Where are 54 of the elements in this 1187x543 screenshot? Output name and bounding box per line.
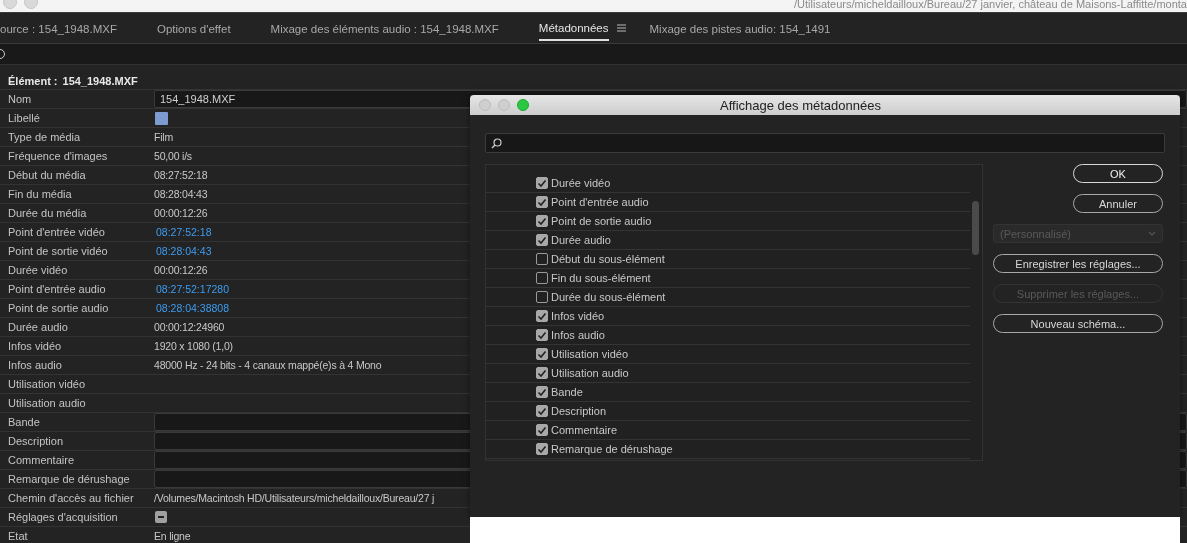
property-value: 1920 x 1080 (1,0) <box>154 340 233 352</box>
checkbox-label: Fin du sous-élément <box>551 272 651 284</box>
checkbox-label: Remarque de dérushage <box>551 443 673 455</box>
property-label: Début du média <box>7 169 87 181</box>
property-value: /Volumes/Macintosh HD/Utilisateurs/micheldailloux/Bureau/27 j <box>154 492 435 504</box>
property-label: Point d'entrée audio <box>7 283 107 295</box>
property-label: Fin du média <box>7 188 73 200</box>
property-value: 00:00:12:26 <box>154 264 208 276</box>
property-label: Libellé <box>7 112 41 124</box>
property-label: Etat <box>7 530 29 542</box>
checkbox-label: Durée audio <box>551 234 611 246</box>
property-value: 48000 Hz - 24 bits - 4 canaux mappé(e)s à 4 Mono <box>154 359 382 371</box>
property-label: Utilisation vidéo <box>7 378 87 390</box>
property-label: Chemin d'accès au fichier <box>7 492 135 504</box>
property-value: 00:00:12:26 <box>154 207 208 219</box>
checkbox-label: Utilisation audio <box>551 367 629 379</box>
property-label: Durée vidéo <box>7 264 69 276</box>
property-label: Durée du média <box>7 207 88 219</box>
property-label: Remarque de dérushage <box>7 473 131 485</box>
checkbox-label: Point d'entrée audio <box>551 196 649 208</box>
property-value: 08:28:04:43 <box>154 188 208 200</box>
property-label: Réglages d'acquisition <box>7 511 119 523</box>
checkbox-label: Durée du sous-élément <box>551 291 666 303</box>
item-name: 154_1948.MXF <box>62 75 138 87</box>
property-value: En ligne <box>154 530 191 542</box>
checkbox-label: Durée vidéo <box>551 177 611 189</box>
property-label: Point d'entrée vidéo <box>7 226 106 238</box>
checkbox-label: Utilisation vidéo <box>551 348 629 360</box>
property-label: Point de sortie vidéo <box>7 245 109 257</box>
dialog-title: Affichage des métadonnées <box>720 97 881 113</box>
property-label: Nom <box>7 93 33 105</box>
item-label: Élément : <box>8 75 58 87</box>
property-label: Fréquence d'images <box>7 150 109 162</box>
property-value: 08:27:52:18 <box>154 169 208 181</box>
property-value: 00:00:12:24960 <box>154 321 225 333</box>
checkbox-label: Commentaire <box>551 424 618 436</box>
property-label: Description <box>7 435 65 447</box>
checkbox-label: Infos audio <box>551 329 605 341</box>
property-label: Infos audio <box>7 359 63 371</box>
property-value: Film <box>154 131 174 143</box>
checkbox-label: Point de sortie audio <box>551 215 652 227</box>
checkbox-label: Description <box>551 405 607 417</box>
property-label: Utilisation audio <box>7 397 87 409</box>
property-label: Type de média <box>7 131 82 143</box>
checkbox-label: Infos vidéo <box>551 310 605 322</box>
property-value: 50,00 i/s <box>154 150 192 162</box>
property-label: Point de sortie audio <box>7 302 110 314</box>
window-title: /Utilisateurs/micheldailloux/Bureau/27 janvier, château de Maisons-Laffitte/monta <box>794 0 1187 10</box>
property-label: Commentaire <box>7 454 76 466</box>
checkbox-label: Bande <box>551 386 583 398</box>
property-label: Durée audio <box>7 321 69 333</box>
property-label: Infos vidéo <box>7 340 63 352</box>
property-label: Bande <box>7 416 41 428</box>
checkbox-label: Début du sous-élément <box>551 253 665 265</box>
